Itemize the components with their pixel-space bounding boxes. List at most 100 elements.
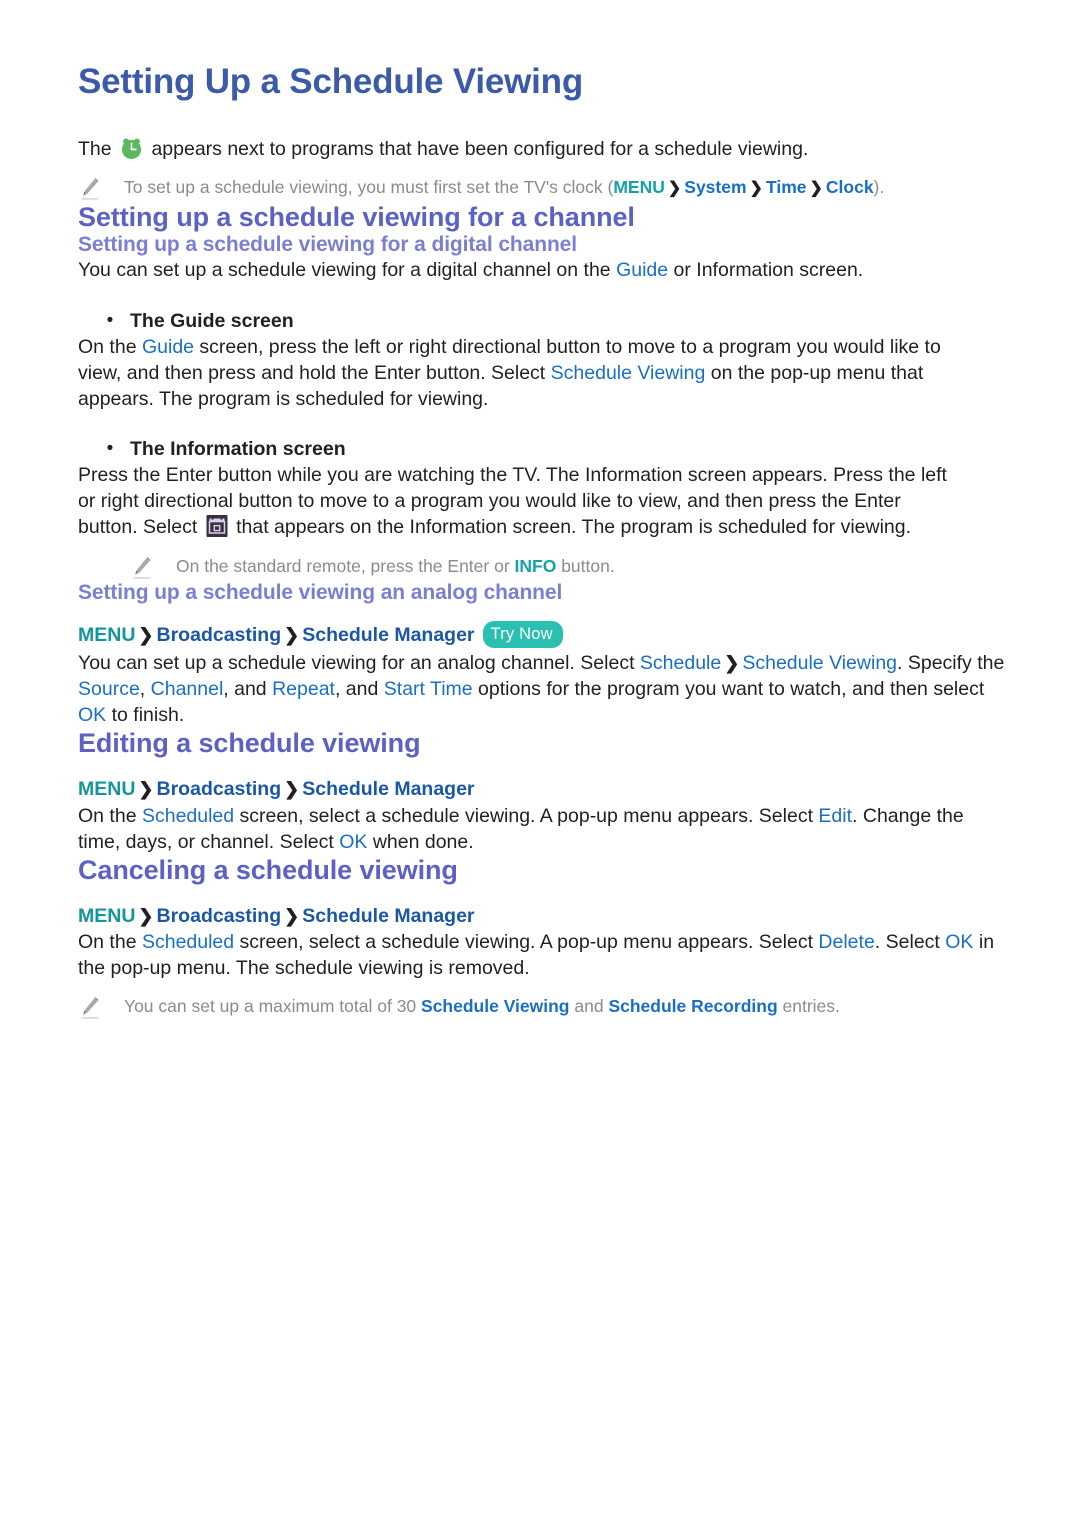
path-term-schedule-manager[interactable]: Schedule Manager [302,778,474,800]
analog-body-1: You can set up a schedule viewing for an… [78,652,640,674]
path-canceling-schedule-manager: MENU ❯ Broadcasting ❯ Schedule Manager [78,903,1008,929]
document-content: Setting Up a Schedule Viewing The appear… [78,62,1008,1021]
page-title: Setting Up a Schedule Viewing [78,62,584,101]
analog-body-paragraph: You can set up a schedule viewing for an… [78,652,1005,727]
calendar-schedule-icon [206,514,228,538]
path-term-menu[interactable]: MENU [78,905,135,927]
note-max-entries: You can set up a maximum total of 30 Sch… [78,995,1008,1021]
path-term-schedule-manager[interactable]: Schedule Manager [302,624,474,646]
note-clock-text-2: ). [873,177,885,198]
path-term-broadcasting[interactable]: Broadcasting [157,905,282,927]
term-ok: OK [945,930,974,953]
term-delete: Delete [818,930,875,953]
chevron-icon: ❯ [809,180,823,198]
heading-schedule-viewing-channel: Setting up a schedule viewing for a chan… [78,202,635,233]
analog-body-4: options for the program you want to watc… [472,678,985,701]
term-ok: OK [78,704,107,727]
canceling-body-paragraph: On the Scheduled screen, select a schedu… [78,929,1008,981]
editing-body-4: when done. [367,830,474,853]
path-term-clock: Clock [825,177,874,198]
path-term-menu[interactable]: MENU [78,778,135,800]
note-standard-remote: On the standard remote, press the Enter … [130,555,1008,581]
term-repeat: Repeat [272,678,335,701]
information-screen-paragraph: Press the Enter button while you are wat… [78,462,958,540]
green-alarm-clock-icon [120,137,143,160]
bullet-dot-icon: • [106,438,114,459]
note-remote-text-1: On the standard remote, press the Enter … [176,555,515,576]
analog-body-3: , and [223,678,273,701]
path-term-menu[interactable]: MENU [78,624,135,646]
term-schedule-viewing: Schedule Viewing [742,652,898,674]
canceling-body-1: On the [78,930,142,953]
guide-text-1: On the [78,335,142,358]
pencil-note-icon [78,177,102,203]
digital-intro-2: or Information screen. [668,259,864,282]
note-max-text-1: You can set up a maximum total of 30 [124,996,422,1017]
chevron-icon: ❯ [138,779,154,800]
note-max-text-2: and [569,996,609,1017]
note-standard-remote-text: On the standard remote, press the Enter … [176,555,615,578]
editing-body-1: On the [78,804,142,827]
analog-body-2: . Specify the [897,652,1005,674]
bullet-guide-screen: • The Guide screen [102,308,1008,334]
chevron-icon: ❯ [667,180,682,198]
canceling-body-3: . Select [874,930,946,953]
path-term-menu: MENU [613,177,665,198]
digital-intro-paragraph: You can set up a schedule viewing for a … [78,257,1008,283]
term-schedule: Schedule [639,652,722,674]
path-term-schedule-manager[interactable]: Schedule Manager [302,905,474,927]
note-set-clock: To set up a schedule viewing, you must f… [78,176,1008,202]
guide-screen-paragraph: On the Guide screen, press the left or r… [78,334,958,412]
document-page: Setting Up a Schedule Viewing The appear… [0,0,1080,1527]
chevron-icon: ❯ [284,779,300,800]
term-schedule-recording: Schedule Recording [608,996,778,1017]
intro-text-before: The [78,138,118,161]
term-scheduled: Scheduled [141,804,235,827]
chevron-icon: ❯ [138,624,154,645]
term-schedule-viewing: Schedule Viewing [421,996,570,1017]
term-start-time: Start Time [383,678,473,701]
term-scheduled: Scheduled [141,930,235,953]
bullet-information-screen-label: The Information screen [130,438,346,460]
path-term-broadcasting[interactable]: Broadcasting [157,624,282,646]
path-term-system: System [684,177,747,198]
term-guide: Guide [141,335,195,358]
term-schedule-viewing: Schedule Viewing [550,361,706,384]
term-ok: OK [339,830,368,853]
pencil-note-icon [130,556,154,582]
note-remote-text-2: button. [556,555,615,576]
path-term-time: Time [765,177,807,198]
term-channel: Channel [150,678,224,701]
heading-canceling-schedule-viewing: Canceling a schedule viewing [78,854,458,885]
note-max-entries-text: You can set up a maximum total of 30 Sch… [124,995,840,1018]
note-clock-text-1: To set up a schedule viewing, you must f… [124,177,614,198]
chevron-icon: ❯ [284,624,300,645]
info-text-2: that appears on the Information screen. … [230,516,912,539]
pencil-note-icon [78,996,102,1022]
heading-editing-schedule-viewing: Editing a schedule viewing [78,728,421,759]
digital-intro-1: You can set up a schedule viewing for a … [78,259,617,282]
canceling-body-2: screen, select a schedule viewing. A pop… [234,930,819,953]
path-term-broadcasting[interactable]: Broadcasting [157,778,282,800]
heading-digital-channel: Setting up a schedule viewing for a digi… [78,233,577,257]
term-source: Source [78,678,140,701]
chevron-icon: ❯ [138,905,154,926]
note-set-clock-text: To set up a schedule viewing, you must f… [124,176,884,199]
heading-analog-channel: Setting up a schedule viewing an analog … [78,580,563,604]
chevron-icon: ❯ [724,653,740,673]
term-info: INFO [514,555,557,576]
term-guide: Guide [616,259,669,282]
bullet-guide-screen-label: The Guide screen [130,309,294,332]
editing-body-2: screen, select a schedule viewing. A pop… [234,804,819,827]
intro-paragraph: The appears next to programs that have b… [78,136,1008,162]
bullet-information-screen: • The Information screen [102,436,1008,462]
term-edit: Edit [818,804,853,827]
path-editing-schedule-manager: MENU ❯ Broadcasting ❯ Schedule Manager [78,776,1008,802]
try-now-badge[interactable]: Try Now [482,620,563,648]
chevron-icon: ❯ [284,905,300,926]
chevron-icon: ❯ [749,180,763,198]
analog-body-5: to finish. [106,704,185,727]
bullet-dot-icon: • [106,309,114,331]
note-max-text-3: entries. [777,996,840,1017]
editing-body-paragraph: On the Scheduled screen, select a schedu… [78,803,1008,855]
